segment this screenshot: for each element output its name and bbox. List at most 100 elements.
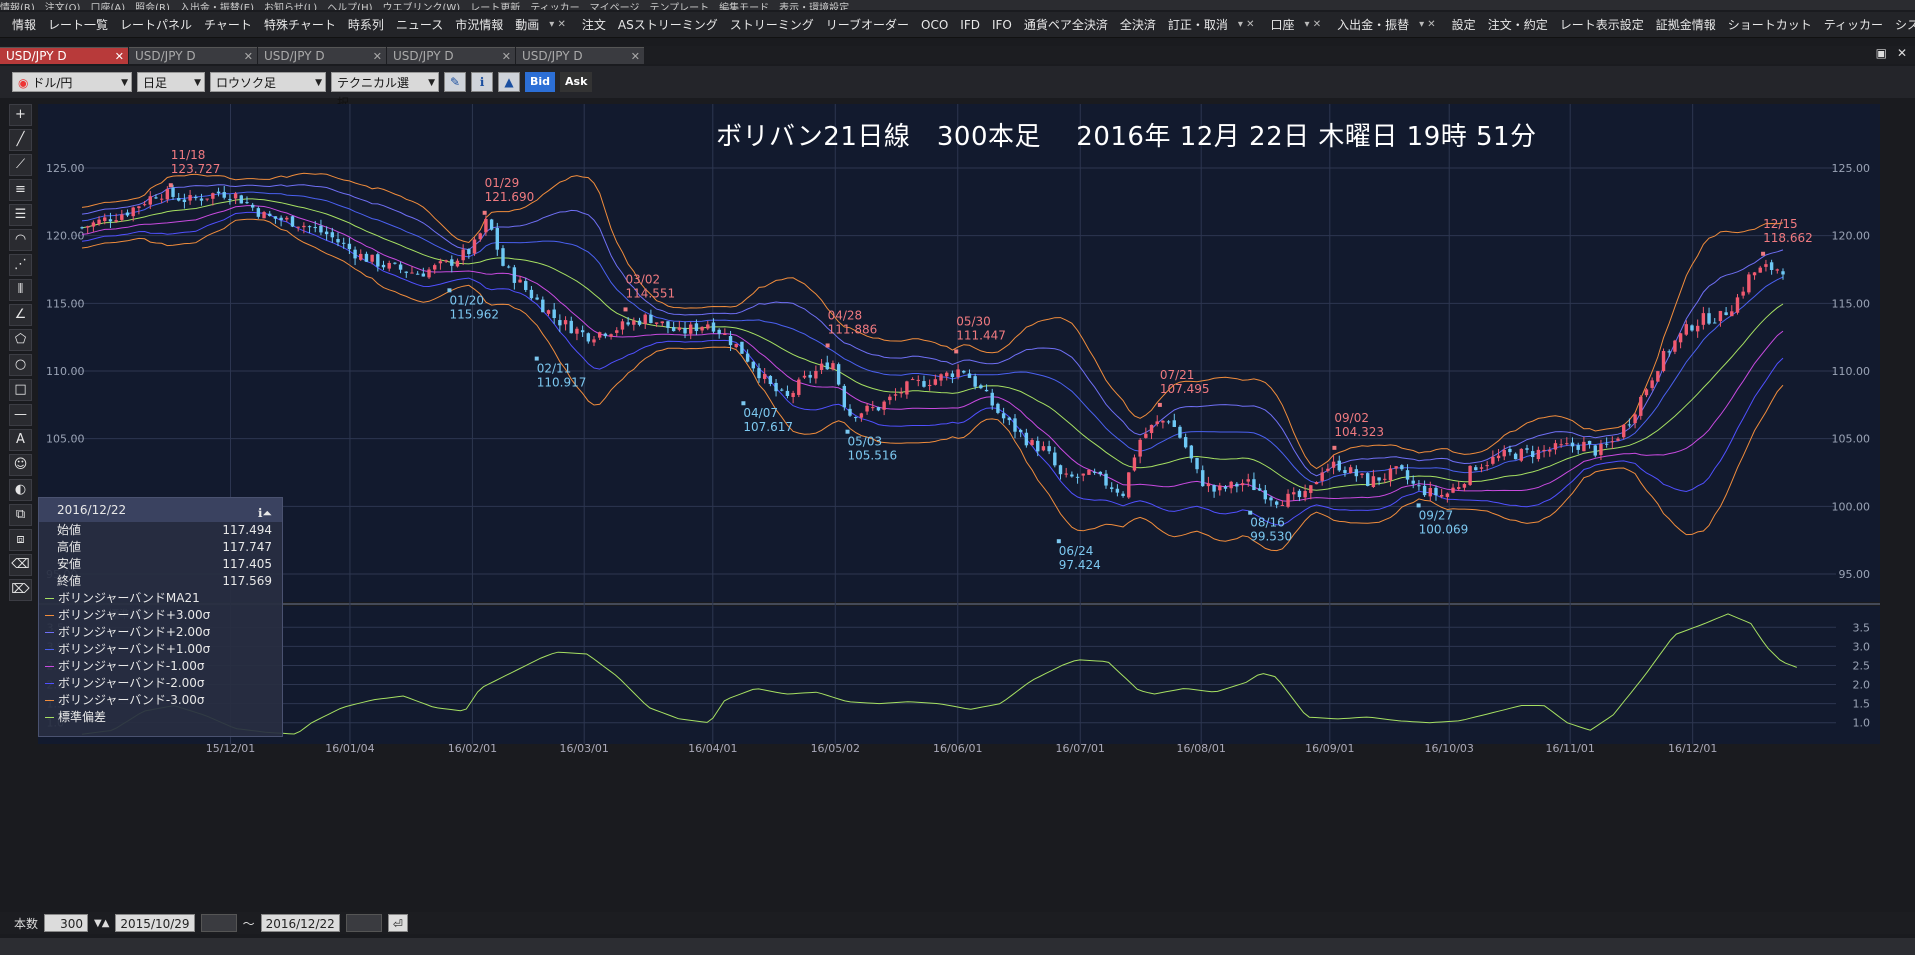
- toolbar-more-icon[interactable]: ▾ ✕: [1234, 19, 1259, 30]
- paste-icon[interactable]: ⧈: [9, 529, 32, 551]
- toolbar-button[interactable]: レート一覧: [42, 12, 114, 37]
- toolbar-button[interactable]: ストリーミング: [724, 12, 820, 37]
- from-time-input[interactable]: [200, 914, 237, 932]
- top-menu-item[interactable]: ヘルプ(H): [327, 4, 372, 11]
- toolbar-button[interactable]: レートパネル: [114, 12, 198, 37]
- currency-pair-select[interactable]: ◉ ドル/円: [12, 72, 132, 93]
- chart-tab[interactable]: USD/JPY D ✕: [258, 47, 386, 64]
- area-chart-icon[interactable]: ▲: [498, 72, 520, 92]
- toolbar-button[interactable]: OCO: [915, 12, 954, 37]
- candle-body: [1457, 487, 1461, 489]
- chart-tab[interactable]: USD/JPY D ✕: [129, 47, 257, 64]
- chart-tab[interactable]: USD/JPY D ✕: [516, 47, 644, 64]
- count-input[interactable]: 300: [44, 914, 89, 932]
- arc-icon[interactable]: ◠: [9, 229, 32, 251]
- toolbar-button[interactable]: チャート: [198, 12, 258, 37]
- fibonacci-icon[interactable]: ☰: [9, 204, 32, 226]
- top-menu-item[interactable]: 照会(R): [135, 4, 170, 11]
- angle-icon[interactable]: ∠: [9, 304, 32, 326]
- top-menu-item[interactable]: レート更新: [470, 4, 520, 11]
- ruler-icon[interactable]: ⟋: [9, 154, 32, 176]
- candle-body: [1439, 494, 1444, 497]
- toolbar-more-icon[interactable]: ▾ ✕: [1415, 19, 1440, 30]
- toolbar-button[interactable]: 訂正・取消: [1162, 12, 1234, 37]
- horizontal-lines-icon[interactable]: ≡: [9, 179, 32, 201]
- top-menu-item[interactable]: ウエブリンク(W): [383, 4, 461, 11]
- pencil-icon[interactable]: ✎: [444, 72, 466, 92]
- toolbar-button[interactable]: 動画: [509, 12, 545, 37]
- x-tick-label: 16/02/01: [448, 742, 497, 755]
- top-menu-item[interactable]: お知らせ(L): [264, 4, 317, 11]
- top-menu-item[interactable]: 注文(O): [45, 4, 81, 11]
- toolbar-button[interactable]: 全決済: [1114, 12, 1162, 37]
- top-menu-item[interactable]: 情報(R): [0, 4, 35, 11]
- toolbar-more-icon[interactable]: ▾ ✕: [545, 19, 570, 30]
- return-icon[interactable]: ⏎: [387, 914, 408, 932]
- close-tab-icon[interactable]: ✕: [244, 48, 253, 65]
- toolbar-button[interactable]: 特殊チャート: [258, 12, 342, 37]
- candle-body: [1599, 444, 1603, 455]
- close-tab-icon[interactable]: ✕: [373, 48, 382, 65]
- toolbar-button[interactable]: ショートカット: [1722, 12, 1818, 37]
- close-window-icon[interactable]: ✕: [1897, 46, 1907, 60]
- toolbar-button[interactable]: 設定: [1446, 12, 1482, 37]
- info-icon[interactable]: ℹ: [471, 72, 493, 92]
- eraser-icon[interactable]: ⌫: [9, 554, 32, 576]
- period-select[interactable]: 日足: [137, 72, 205, 93]
- ask-button[interactable]: Ask: [560, 72, 593, 92]
- toolbar-button[interactable]: 注文・約定: [1482, 12, 1554, 37]
- top-menu-item[interactable]: 編集モード: [719, 4, 769, 11]
- top-menu-item[interactable]: 表示・環境設定: [779, 4, 849, 11]
- info-toggle-icon[interactable]: ℹ⏶: [258, 501, 272, 525]
- top-menu-item[interactable]: テンプレート: [649, 4, 709, 11]
- toolbar-button[interactable]: システム: [1889, 12, 1915, 37]
- toolbar-button[interactable]: 口座: [1264, 12, 1300, 37]
- erase-all-icon[interactable]: ⌦: [9, 579, 32, 601]
- chart-type-select[interactable]: ロウソク足: [210, 72, 326, 93]
- close-tab-icon[interactable]: ✕: [502, 48, 511, 65]
- text-icon[interactable]: A: [9, 429, 32, 451]
- toolbar-button[interactable]: 通貨ペア全決済: [1018, 12, 1114, 37]
- toolbar-button[interactable]: リーブオーダー: [820, 12, 915, 37]
- top-menu-item[interactable]: 入出金・振替(E): [180, 4, 254, 11]
- toolbar-more-icon[interactable]: ▾ ✕: [1301, 19, 1326, 30]
- toolbar-button[interactable]: ASストリーミング: [612, 12, 724, 37]
- paint-icon[interactable]: ◐: [9, 479, 32, 501]
- toolbar-button[interactable]: IFD: [954, 12, 986, 37]
- to-time-input[interactable]: [345, 914, 382, 932]
- maximize-icon[interactable]: ▣: [1876, 46, 1887, 60]
- chart-plot-area[interactable]: 15/12/01 16/01/04 16/02/01 16/03/01 16/04/01…: [38, 104, 1880, 914]
- top-menu-item[interactable]: 口座(A): [90, 4, 125, 11]
- copy-icon[interactable]: ⧉: [9, 504, 32, 526]
- chart-tab[interactable]: USD/JPY D ✕: [387, 47, 515, 64]
- from-date-input[interactable]: 2015/10/29: [115, 914, 195, 932]
- smiley-icon[interactable]: ☺: [9, 454, 32, 476]
- technical-select[interactable]: テクニカル選択: [331, 72, 439, 110]
- toolbar-button[interactable]: 時系列: [342, 12, 390, 37]
- toolbar-button[interactable]: 市況情報: [449, 12, 509, 37]
- top-menu-item[interactable]: ティッカー: [530, 4, 579, 11]
- toolbar-button[interactable]: 入出金・振替: [1331, 12, 1415, 37]
- close-tab-icon[interactable]: ✕: [631, 48, 640, 65]
- fan-icon[interactable]: ⋰: [9, 254, 32, 276]
- chart-tab[interactable]: USD/JPY D ✕: [0, 47, 128, 64]
- rectangle-icon[interactable]: □: [9, 379, 32, 401]
- vertical-lines-icon[interactable]: ⦀: [9, 279, 32, 301]
- bid-button[interactable]: Bid: [525, 72, 556, 92]
- toolbar-button[interactable]: IFO: [986, 12, 1018, 37]
- toolbar-button[interactable]: ティッカー: [1818, 12, 1889, 37]
- close-tab-icon[interactable]: ✕: [115, 48, 124, 65]
- toolbar-button[interactable]: レート表示設定: [1554, 12, 1650, 37]
- top-menu-item[interactable]: マイページ: [590, 4, 640, 11]
- trendline-icon[interactable]: ╱: [9, 129, 32, 151]
- circle-icon[interactable]: ○: [9, 354, 32, 376]
- toolbar-button[interactable]: 証拠金情報: [1650, 12, 1722, 37]
- hline-icon[interactable]: —: [9, 404, 32, 426]
- count-stepper-icon[interactable]: ▼▲: [94, 918, 109, 929]
- pentagon-icon[interactable]: ⬠: [9, 329, 32, 351]
- toolbar-button[interactable]: ニュース: [390, 12, 449, 37]
- to-date-input[interactable]: 2016/12/22: [260, 914, 340, 932]
- crosshair-icon[interactable]: +: [9, 104, 32, 126]
- toolbar-button[interactable]: 情報: [6, 12, 42, 37]
- toolbar-button[interactable]: 注文: [576, 12, 612, 37]
